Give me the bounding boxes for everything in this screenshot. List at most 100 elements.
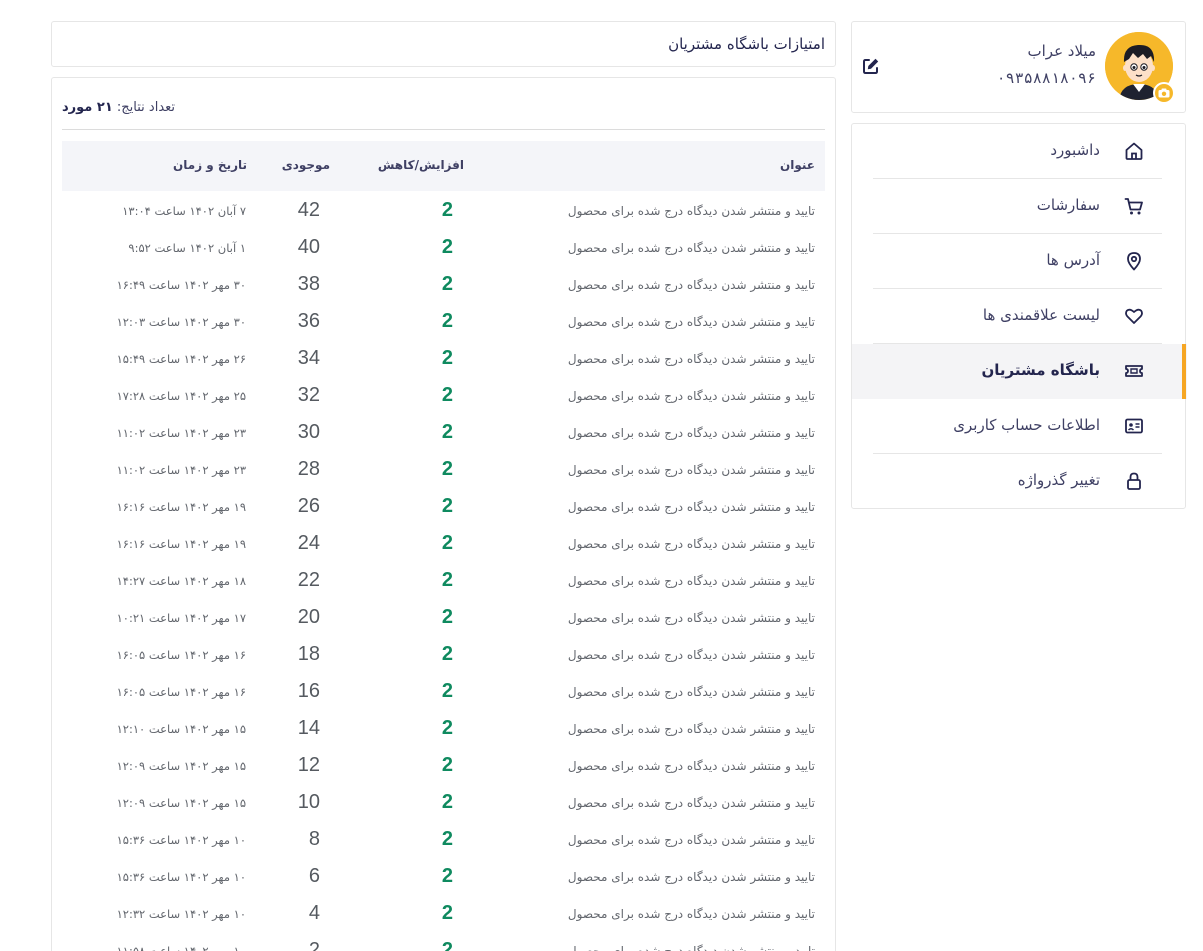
- cell-title: تایید و منتشر شدن دیدگاه درج شده برای مح…: [567, 759, 815, 773]
- cart-icon: [1124, 198, 1143, 215]
- page-title: امتیازات باشگاه مشتریان: [668, 35, 825, 53]
- cell-date: ۷ آبان ۱۴۰۲ ساعت ۱۳:۰۴: [122, 204, 246, 218]
- table-row: تایید و منتشر شدن دیدگاه درج شده برای مح…: [62, 783, 825, 820]
- active-indicator: [1182, 344, 1186, 399]
- cell-title: تایید و منتشر شدن دیدگاه درج شده برای مح…: [567, 796, 815, 810]
- table-row: تایید و منتشر شدن دیدگاه درج شده برای مح…: [62, 857, 825, 894]
- table-row: تایید و منتشر شدن دیدگاه درج شده برای مح…: [62, 376, 825, 413]
- table-row: تایید و منتشر شدن دیدگاه درج شده برای مح…: [62, 487, 825, 524]
- cell-balance: 30: [297, 421, 320, 443]
- cell-title: تایید و منتشر شدن دیدگاه درج شده برای مح…: [567, 870, 815, 884]
- home-icon: [1125, 142, 1143, 160]
- cell-title: تایید و منتشر شدن دیدگاه درج شده برای مح…: [567, 389, 815, 403]
- cell-change: 2: [441, 532, 453, 554]
- table-row: تایید و منتشر شدن دیدگاه درج شده برای مح…: [62, 191, 825, 228]
- table-row: تایید و منتشر شدن دیدگاه درج شده برای مح…: [62, 598, 825, 635]
- cell-title: تایید و منتشر شدن دیدگاه درج شده برای مح…: [567, 722, 815, 736]
- cell-change: 2: [441, 754, 453, 776]
- menu-label: داشبورد: [1050, 141, 1100, 159]
- cell-title: تایید و منتشر شدن دیدگاه درج شده برای مح…: [567, 241, 815, 255]
- menu-label: سفارشات: [1036, 196, 1100, 214]
- points-table-card: تعداد نتایج: ۲۱ مورد عنوان افزایش/کاهش م…: [51, 77, 836, 951]
- cell-change: 2: [441, 717, 453, 739]
- cell-date: ۲۳ مهر ۱۴۰۲ ساعت ۱۱:۰۲: [116, 463, 246, 477]
- camera-icon[interactable]: [1153, 82, 1175, 104]
- results-count: تعداد نتایج: ۲۱ مورد: [62, 100, 175, 115]
- cell-date: ۱ آبان ۱۴۰۲ ساعت ۹:۵۲: [128, 241, 246, 255]
- menu-item-wishlist[interactable]: لیست علاقمندی ها: [852, 289, 1187, 344]
- cell-balance: 42: [297, 199, 320, 221]
- table-row: تایید و منتشر شدن دیدگاه درج شده برای مح…: [62, 820, 825, 857]
- cell-date: ۱۸ مهر ۱۴۰۲ ساعت ۱۴:۲۷: [116, 574, 246, 588]
- cell-date: ۱۶ مهر ۱۴۰۲ ساعت ۱۶:۰۵: [116, 685, 246, 699]
- table-row: تایید و منتشر شدن دیدگاه درج شده برای مح…: [62, 339, 825, 376]
- table-row: تایید و منتشر شدن دیدگاه درج شده برای مح…: [62, 302, 825, 339]
- cell-date: ۲۳ مهر ۱۴۰۲ ساعت ۱۱:۰۲: [116, 426, 246, 440]
- cell-date: ۱۷ مهر ۱۴۰۲ ساعت ۱۰:۲۱: [116, 611, 246, 625]
- menu-item-dashboard[interactable]: داشبورد: [852, 124, 1187, 179]
- cell-title: تایید و منتشر شدن دیدگاه درج شده برای مح…: [567, 204, 815, 218]
- page-header: امتیازات باشگاه مشتریان: [51, 21, 836, 67]
- cell-balance: 12: [297, 754, 320, 776]
- cell-balance: 34: [297, 347, 320, 369]
- cell-balance: 8: [308, 828, 320, 850]
- heart-icon: [1125, 308, 1143, 324]
- table-row: تایید و منتشر شدن دیدگاه درج شده برای مح…: [62, 635, 825, 672]
- menu-item-account-info[interactable]: اطلاعات حساب کاربری: [852, 399, 1187, 454]
- cell-date: ۱۹ مهر ۱۴۰۲ ساعت ۱۶:۱۶: [116, 500, 246, 514]
- account-menu: داشبورد سفارشات آدرس ها لیست علاقمندی ها…: [851, 123, 1187, 509]
- menu-label: باشگاه مشتریان: [981, 361, 1100, 379]
- cell-balance: 38: [297, 273, 320, 295]
- column-header-date: تاریخ و زمان: [173, 158, 247, 172]
- menu-item-orders[interactable]: سفارشات: [852, 179, 1187, 234]
- cell-change: 2: [441, 569, 453, 591]
- user-name: میلاد عراب: [1027, 42, 1096, 60]
- cell-date: ۱۰ مهر ۱۴۰۲ ساعت ۱۲:۳۲: [116, 907, 246, 921]
- cell-date: ۲۵ مهر ۱۴۰۲ ساعت ۱۷:۲۸: [116, 389, 246, 403]
- cell-change: 2: [441, 643, 453, 665]
- table-body: تایید و منتشر شدن دیدگاه درج شده برای مح…: [62, 191, 825, 951]
- divider: [62, 129, 825, 130]
- table-row: تایید و منتشر شدن دیدگاه درج شده برای مح…: [62, 561, 825, 598]
- cell-title: تایید و منتشر شدن دیدگاه درج شده برای مح…: [567, 944, 815, 951]
- cell-date: ۱۶ مهر ۱۴۰۲ ساعت ۱۶:۰۵: [116, 648, 246, 662]
- table-row: تایید و منتشر شدن دیدگاه درج شده برای مح…: [62, 931, 825, 951]
- cell-title: تایید و منتشر شدن دیدگاه درج شده برای مح…: [567, 907, 815, 921]
- cell-title: تایید و منتشر شدن دیدگاه درج شده برای مح…: [567, 611, 815, 625]
- cell-balance: 32: [297, 384, 320, 406]
- cell-date: ۱۰ مهر ۱۴۰۲ ساعت ۱۵:۳۶: [116, 833, 246, 847]
- user-phone: ۰۹۳۵۸۸۱۸۰۹۶: [996, 69, 1096, 87]
- cell-balance: 20: [297, 606, 320, 628]
- cell-change: 2: [441, 458, 453, 480]
- table-row: تایید و منتشر شدن دیدگاه درج شده برای مح…: [62, 894, 825, 931]
- edit-icon[interactable]: [861, 56, 881, 76]
- cell-balance: 28: [297, 458, 320, 480]
- cell-change: 2: [441, 865, 453, 887]
- avatar[interactable]: [1105, 32, 1175, 104]
- profile-card: میلاد عراب ۰۹۳۵۸۸۱۸۰۹۶: [851, 21, 1186, 113]
- cell-change: 2: [441, 421, 453, 443]
- cell-balance: 6: [308, 865, 320, 887]
- table-row: تایید و منتشر شدن دیدگاه درج شده برای مح…: [62, 709, 825, 746]
- cell-date: ۲۶ مهر ۱۴۰۲ ساعت ۱۵:۴۹: [116, 352, 246, 366]
- menu-item-customer-club[interactable]: باشگاه مشتریان: [852, 344, 1187, 399]
- cell-balance: 26: [297, 495, 320, 517]
- cell-date: ۱۵ مهر ۱۴۰۲ ساعت ۱۲:۰۹: [116, 759, 246, 773]
- menu-item-change-password[interactable]: تغییر گذرواژه: [852, 454, 1187, 509]
- column-header-title: عنوان: [780, 158, 815, 172]
- menu-label: آدرس ها: [1046, 251, 1100, 269]
- table-row: تایید و منتشر شدن دیدگاه درج شده برای مح…: [62, 265, 825, 302]
- results-value: ۲۱ مورد: [62, 100, 113, 115]
- cell-balance: 2: [308, 939, 320, 951]
- menu-label: اطلاعات حساب کاربری: [953, 416, 1100, 434]
- cell-change: 2: [441, 828, 453, 850]
- cell-balance: 10: [297, 791, 320, 813]
- cell-title: تایید و منتشر شدن دیدگاه درج شده برای مح…: [567, 352, 815, 366]
- table-row: تایید و منتشر شدن دیدگاه درج شده برای مح…: [62, 524, 825, 561]
- cell-change: 2: [441, 495, 453, 517]
- menu-item-addresses[interactable]: آدرس ها: [852, 234, 1187, 289]
- cell-balance: 36: [297, 310, 320, 332]
- cell-change: 2: [441, 347, 453, 369]
- results-label: تعداد نتایج:: [116, 100, 176, 115]
- ticket-icon: [1125, 365, 1143, 377]
